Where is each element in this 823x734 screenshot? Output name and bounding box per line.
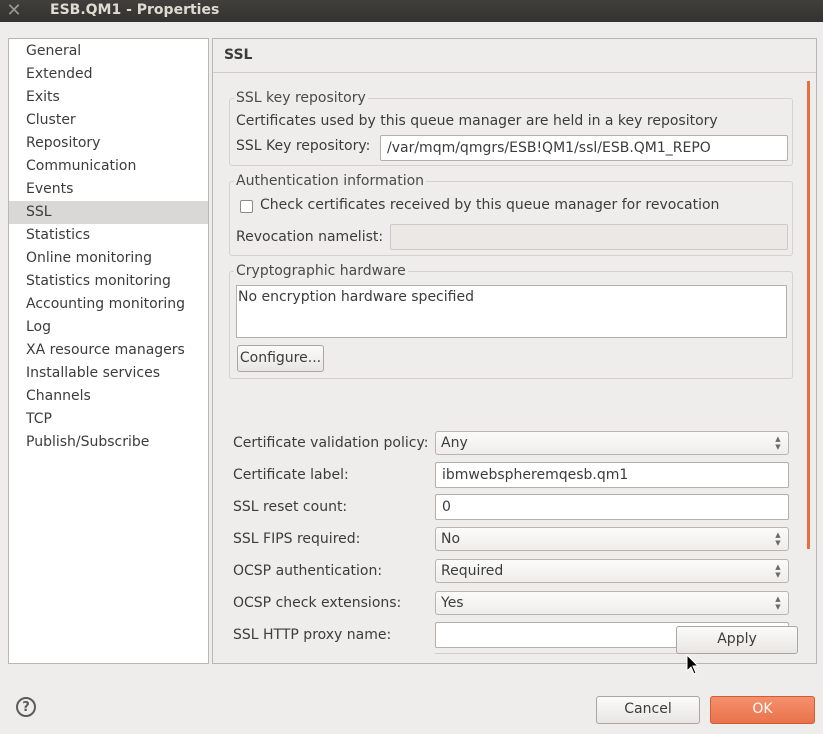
cert-label-label: Certificate label: (233, 467, 349, 483)
sidebar-item-log[interactable]: Log (9, 316, 208, 339)
combo-arrows-icon: ▲ ▼ (775, 435, 781, 451)
ocsp-auth-select[interactable]: Required ▲ ▼ (435, 559, 789, 583)
sidebar-item-general[interactable]: General (9, 40, 208, 63)
panel-header: SSL (213, 39, 816, 73)
fips-select[interactable]: No ▲ ▼ (435, 527, 789, 551)
proxy-label: SSL HTTP proxy name: (233, 627, 392, 643)
cert-validation-label: Certificate validation policy: (233, 435, 429, 451)
crypto-hardware-list[interactable]: No encryption hardware specified (236, 285, 787, 338)
cert-label-input[interactable]: ibmwebspheremqesb.qm1 (435, 462, 789, 488)
sidebar-item-ssl[interactable]: SSL (9, 201, 208, 224)
key-repository-input[interactable]: /var/mqm/qmgrs/ESB!QM1/ssl/ESB.QM1_REPO (380, 135, 788, 161)
fips-value: No (441, 531, 461, 547)
close-icon[interactable]: ✕ (3, 0, 25, 22)
fips-label: SSL FIPS required: (233, 531, 361, 547)
sidebar-item-publish-subscribe[interactable]: Publish/Subscribe (9, 431, 208, 454)
sidebar-item-xa-resource-managers[interactable]: XA resource managers (9, 339, 208, 362)
reset-count-label: SSL reset count: (233, 499, 348, 515)
sidebar-item-statistics[interactable]: Statistics (9, 224, 208, 247)
revocation-namelist-input (390, 224, 788, 250)
combo-arrows-icon: ▲ ▼ (775, 531, 781, 547)
sidebar-item-events[interactable]: Events (9, 178, 208, 201)
sidebar-item-statistics-monitoring[interactable]: Statistics monitoring (9, 270, 208, 293)
ocsp-ext-select[interactable]: Yes ▲ ▼ (435, 591, 789, 615)
page-title: SSL (224, 47, 253, 63)
revocation-checkbox-label: Check certificates received by this queu… (260, 197, 720, 213)
cancel-button[interactable]: Cancel (596, 696, 700, 724)
mouse-cursor-icon (686, 654, 700, 675)
sidebar-item-installable-services[interactable]: Installable services (9, 362, 208, 385)
revocation-checkbox[interactable] (240, 200, 253, 213)
ocsp-ext-value: Yes (441, 595, 464, 611)
revocation-namelist-label: Revocation namelist: (236, 229, 384, 245)
ocsp-auth-label: OCSP authentication: (233, 563, 383, 579)
sidebar-item-exits[interactable]: Exits (9, 86, 208, 109)
sidebar-nav: General Extended Exits Cluster Repositor… (8, 38, 209, 664)
ocsp-ext-label: OCSP check extensions: (233, 595, 402, 611)
group-title-key-repository: SSL key repository (234, 89, 368, 107)
reset-count-spinner[interactable]: 0 ▲▼ (435, 494, 789, 520)
sidebar-item-communication[interactable]: Communication (9, 155, 208, 178)
authentication-group: Authentication information Check certifi… (229, 172, 793, 256)
key-repository-label: SSL Key repository: (236, 138, 371, 154)
combo-arrows-icon: ▲ ▼ (775, 563, 781, 579)
ocsp-auth-value: Required (441, 563, 504, 579)
sidebar-item-extended[interactable]: Extended (9, 63, 208, 86)
panel-content: SSL key repository Certificates used by … (213, 73, 816, 663)
window-titlebar: ✕ ESB.QM1 - Properties (0, 0, 823, 22)
cert-validation-value: Any (441, 435, 468, 451)
sidebar-item-online-monitoring[interactable]: Online monitoring (9, 247, 208, 270)
sidebar-item-cluster[interactable]: Cluster (9, 109, 208, 132)
apply-button[interactable]: Apply (676, 626, 798, 654)
sidebar-item-repository[interactable]: Repository (9, 132, 208, 155)
combo-arrows-icon: ▲ ▼ (775, 595, 781, 611)
sidebar-item-accounting-monitoring[interactable]: Accounting monitoring (9, 293, 208, 316)
key-repository-group: SSL key repository Certificates used by … (229, 89, 793, 166)
crypto-hardware-group: Cryptographic hardware No encryption har… (229, 262, 793, 379)
cert-validation-select[interactable]: Any ▲ ▼ (435, 431, 789, 455)
sidebar-item-tcp[interactable]: TCP (9, 408, 208, 431)
group-title-authentication: Authentication information (234, 172, 427, 190)
help-icon[interactable]: ? (16, 697, 36, 717)
reset-count-value: 0 (442, 499, 451, 515)
crypto-hardware-text: No encryption hardware specified (238, 289, 474, 305)
window-title: ESB.QM1 - Properties (50, 2, 220, 18)
key-repository-description: Certificates used by this queue manager … (236, 113, 718, 129)
properties-panel: SSL SSL key repository Certificates used… (212, 38, 817, 664)
scroll-indicator[interactable] (807, 81, 810, 549)
ok-button[interactable]: OK (710, 696, 815, 724)
configure-button[interactable]: Configure... (237, 345, 324, 372)
group-title-crypto: Cryptographic hardware (234, 262, 408, 280)
sidebar-item-channels[interactable]: Channels (9, 385, 208, 408)
